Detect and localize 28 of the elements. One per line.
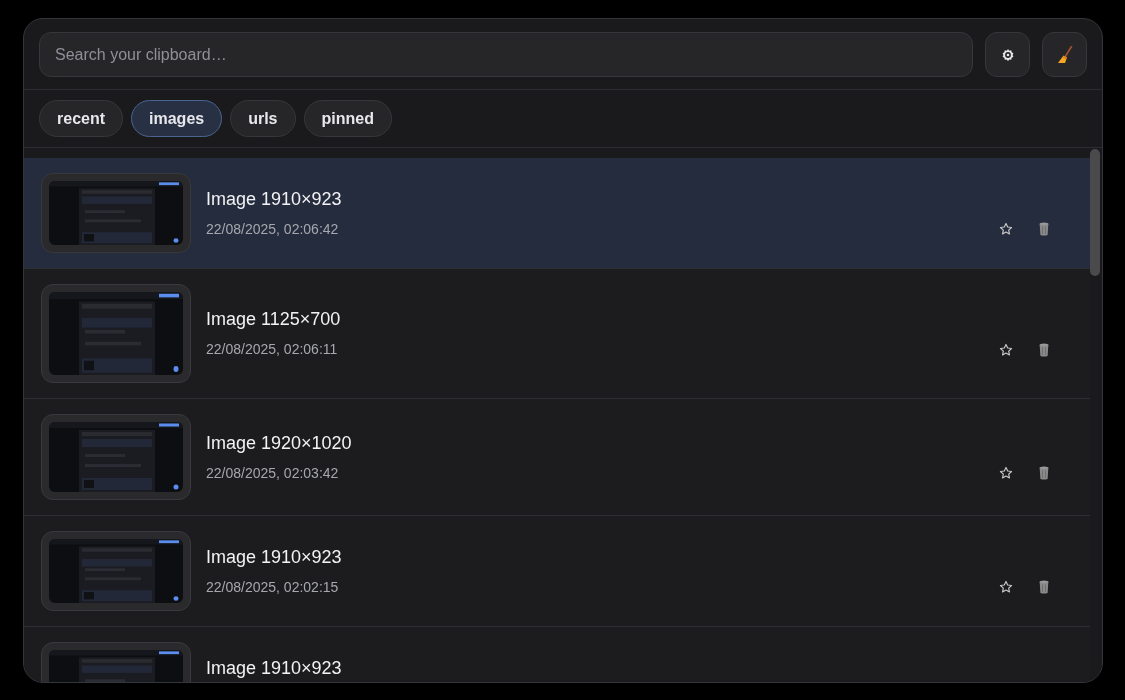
filter-chip[interactable]: recent	[39, 100, 124, 137]
filter-chip[interactable]: pinned	[303, 100, 392, 137]
trash-can-icon[interactable]	[1039, 580, 1049, 594]
filter-chip[interactable]: urls	[230, 100, 296, 137]
trash-can-icon[interactable]	[1039, 466, 1049, 480]
clip-title: Image 1125×700	[206, 308, 342, 331]
filter-chip[interactable]: images	[131, 100, 223, 137]
clip-title: Image 1910×923	[206, 656, 343, 680]
search-field[interactable]: Search your clipboard…	[39, 32, 973, 77]
star-icon[interactable]	[999, 466, 1013, 480]
settings-button[interactable]	[985, 32, 1030, 77]
clip-title: Image 1910×923	[206, 187, 343, 211]
scrollbar-thumb[interactable]	[1090, 149, 1100, 276]
star-icon[interactable]	[999, 580, 1013, 594]
trash-can-icon[interactable]	[1039, 342, 1049, 357]
clip-row[interactable]: Image 1910×923 22/08/2025, 02:06:42	[24, 158, 1090, 269]
clip-timestamp: 22/08/2025, 02:03:42	[206, 463, 340, 483]
clip-title: Image 1910×923	[206, 545, 343, 569]
clip-title: Image 1920×1020	[206, 431, 353, 455]
clip-timestamp: 22/08/2025, 02:02:15	[206, 577, 340, 597]
clear-button[interactable]	[1042, 32, 1087, 77]
star-icon[interactable]	[999, 222, 1013, 236]
broom-icon	[1056, 45, 1073, 64]
star-icon[interactable]	[999, 342, 1013, 357]
trash-can-icon[interactable]	[1039, 222, 1049, 236]
settings-icon	[1000, 47, 1015, 62]
clip-timestamp: 22/08/2025, 02:06:42	[206, 219, 340, 239]
clip-timestamp: 22/08/2025, 02:06:11	[206, 340, 339, 359]
